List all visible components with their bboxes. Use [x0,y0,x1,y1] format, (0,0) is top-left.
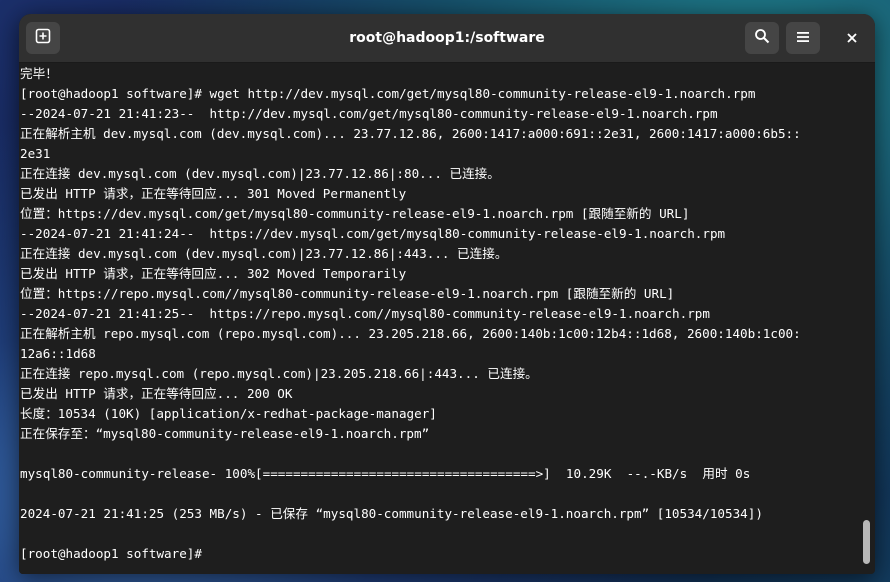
terminal-lines: 完毕！ [root@hadoop1 software]# wget http://… [20,64,801,564]
terminal-line: --2024-07-21 21:41:23-- http://dev.mysql… [20,106,718,121]
terminal-line: mysql80-community-release- 100%[========… [20,466,751,481]
terminal-line: [root@hadoop1 software]# wget http://dev… [20,86,756,101]
terminal-line: 完毕！ [20,66,58,81]
close-button[interactable] [835,22,869,54]
terminal-line: 正在解析主机 dev.mysql.com (dev.mysql.com)... … [20,126,801,141]
terminal-line: 已发出 HTTP 请求，正在等待回应... 301 Moved Permanen… [20,186,407,201]
terminal-scrollbar[interactable] [863,520,870,564]
terminal-line: 长度：10534 (10K) [application/x-redhat-pac… [20,406,437,421]
terminal-line: 正在连接 dev.mysql.com (dev.mysql.com)|23.77… [20,246,508,261]
terminal-line: 已发出 HTTP 请求，正在等待回应... 200 OK [20,386,293,401]
terminal-line: 正在解析主机 repo.mysql.com (repo.mysql.com)..… [20,326,801,341]
terminal-line: 位置：https://dev.mysql.com/get/mysql80-com… [20,206,690,221]
terminal-line: --2024-07-21 21:41:24-- https://dev.mysq… [20,226,726,241]
hamburger-menu-icon [796,29,810,48]
terminal-line: 正在连接 repo.mysql.com (repo.mysql.com)|23.… [20,366,538,381]
title-bar: root@hadoop1:/software [19,14,875,63]
terminal-output[interactable]: 完毕！ [root@hadoop1 software]# wget http://… [19,63,859,574]
terminal-line: 12a6::1d68 [20,346,96,361]
terminal-line: 2e31 [20,146,51,161]
close-icon [846,29,858,48]
terminal-line: 正在连接 dev.mysql.com (dev.mysql.com)|23.77… [20,166,500,181]
terminal-line: --2024-07-21 21:41:25-- https://repo.mys… [20,306,710,321]
terminal-line: 2024-07-21 21:41:25 (253 MB/s) - 已保存 “my… [20,506,763,521]
search-icon [754,28,770,48]
terminal-window: root@hadoop1:/software 完毕！ [root@hadoop1… [19,14,875,574]
terminal-line: 位置：https://repo.mysql.com//mysql80-commu… [20,286,675,301]
search-button[interactable] [745,22,779,54]
menu-button[interactable] [786,22,820,54]
terminal-line: [root@hadoop1 software]# [20,546,210,561]
terminal-line: 正在保存至：“mysql80-community-release-el9-1.n… [20,426,430,441]
terminal-line: 已发出 HTTP 请求，正在等待回应... 302 Moved Temporar… [20,266,407,281]
